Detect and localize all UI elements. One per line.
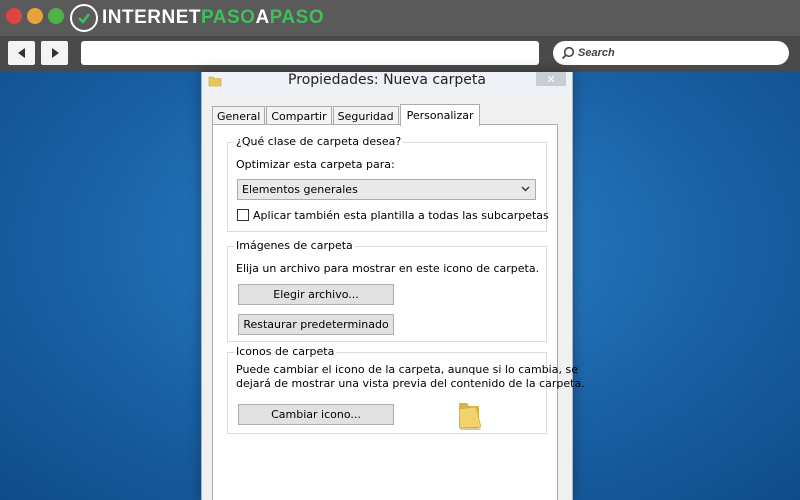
apply-subfolders-label: Aplicar también esta plantilla a todas l… xyxy=(253,209,549,222)
folder-icons-description-line1: Puede cambiar el icono de la carpeta, au… xyxy=(236,363,578,376)
folder-images-legend: Imágenes de carpeta xyxy=(234,239,355,252)
logo-text: INTERNETPASOAPASO xyxy=(102,7,324,29)
tab-compartir[interactable]: Compartir xyxy=(266,106,332,125)
dialog-title: Propiedades: Nueva carpeta xyxy=(288,72,486,88)
folder-images-group: Imágenes de carpeta Elija un archivo par… xyxy=(227,239,547,342)
search-icon xyxy=(561,46,575,60)
window-minimize-dot[interactable] xyxy=(27,8,43,24)
search-input[interactable]: Search xyxy=(553,41,789,65)
back-button[interactable] xyxy=(8,41,35,65)
forward-button[interactable] xyxy=(41,41,68,65)
tab-seguridad[interactable]: Seguridad xyxy=(332,106,399,125)
optimize-selected-value: Elementos generales xyxy=(242,183,358,196)
address-bar[interactable] xyxy=(81,41,539,65)
folder-images-description: Elija un archivo para mostrar en este ic… xyxy=(236,262,540,275)
change-icon-button[interactable]: Cambiar icono... xyxy=(238,404,394,425)
optimize-select[interactable]: Elementos generales xyxy=(237,179,536,200)
tab-strip: General Compartir Seguridad Personalizar xyxy=(212,103,481,126)
choose-file-button[interactable]: Elegir archivo... xyxy=(238,284,394,305)
folder-type-legend: ¿Qué clase de carpeta desea? xyxy=(234,135,404,148)
folder-icons-legend: Iconos de carpeta xyxy=(234,345,337,358)
browser-toolbar: Search xyxy=(0,36,800,72)
search-placeholder: Search xyxy=(578,47,615,59)
tab-general[interactable]: General xyxy=(212,106,266,125)
properties-dialog: Propiedades: Nueva carpeta ✕ General Com… xyxy=(201,72,585,500)
chevron-down-icon xyxy=(521,186,530,192)
window-close-dot[interactable] xyxy=(6,8,22,24)
tab-personalizar[interactable]: Personalizar xyxy=(399,104,481,126)
folder-type-group: ¿Qué clase de carpeta desea? Optimizar e… xyxy=(227,135,549,232)
apply-subfolders-checkbox[interactable] xyxy=(237,209,249,221)
optimize-label: Optimizar esta carpeta para: xyxy=(236,158,395,171)
dialog-titlebar[interactable]: Propiedades: Nueva carpeta ✕ xyxy=(202,72,572,100)
restore-default-button[interactable]: Restaurar predeterminado xyxy=(238,314,394,335)
logo-part-a: A xyxy=(255,7,270,28)
folder-icons-group: Iconos de carpeta Puede cambiar el icono… xyxy=(227,345,585,434)
site-logo: INTERNETPASOAPASO xyxy=(70,4,324,32)
close-icon: ✕ xyxy=(546,72,556,86)
logo-part-paso-2: PASO xyxy=(269,7,325,28)
folder-icons-description-line2: dejará de mostrar una vista previa del c… xyxy=(236,377,585,390)
arrow-right-icon xyxy=(51,48,59,58)
dialog-close-button[interactable]: ✕ xyxy=(536,72,566,86)
personalizar-panel: ¿Qué clase de carpeta desea? Optimizar e… xyxy=(212,124,585,500)
logo-part-paso: PASO xyxy=(201,7,256,28)
folder-preview-icon xyxy=(456,400,482,433)
window-maximize-dot[interactable] xyxy=(48,8,64,24)
browser-title-bar: INTERNETPASOAPASO xyxy=(0,0,800,36)
arrow-left-icon xyxy=(17,48,25,58)
logo-badge-icon xyxy=(70,4,98,32)
logo-part-internet: INTERNET xyxy=(102,7,201,28)
